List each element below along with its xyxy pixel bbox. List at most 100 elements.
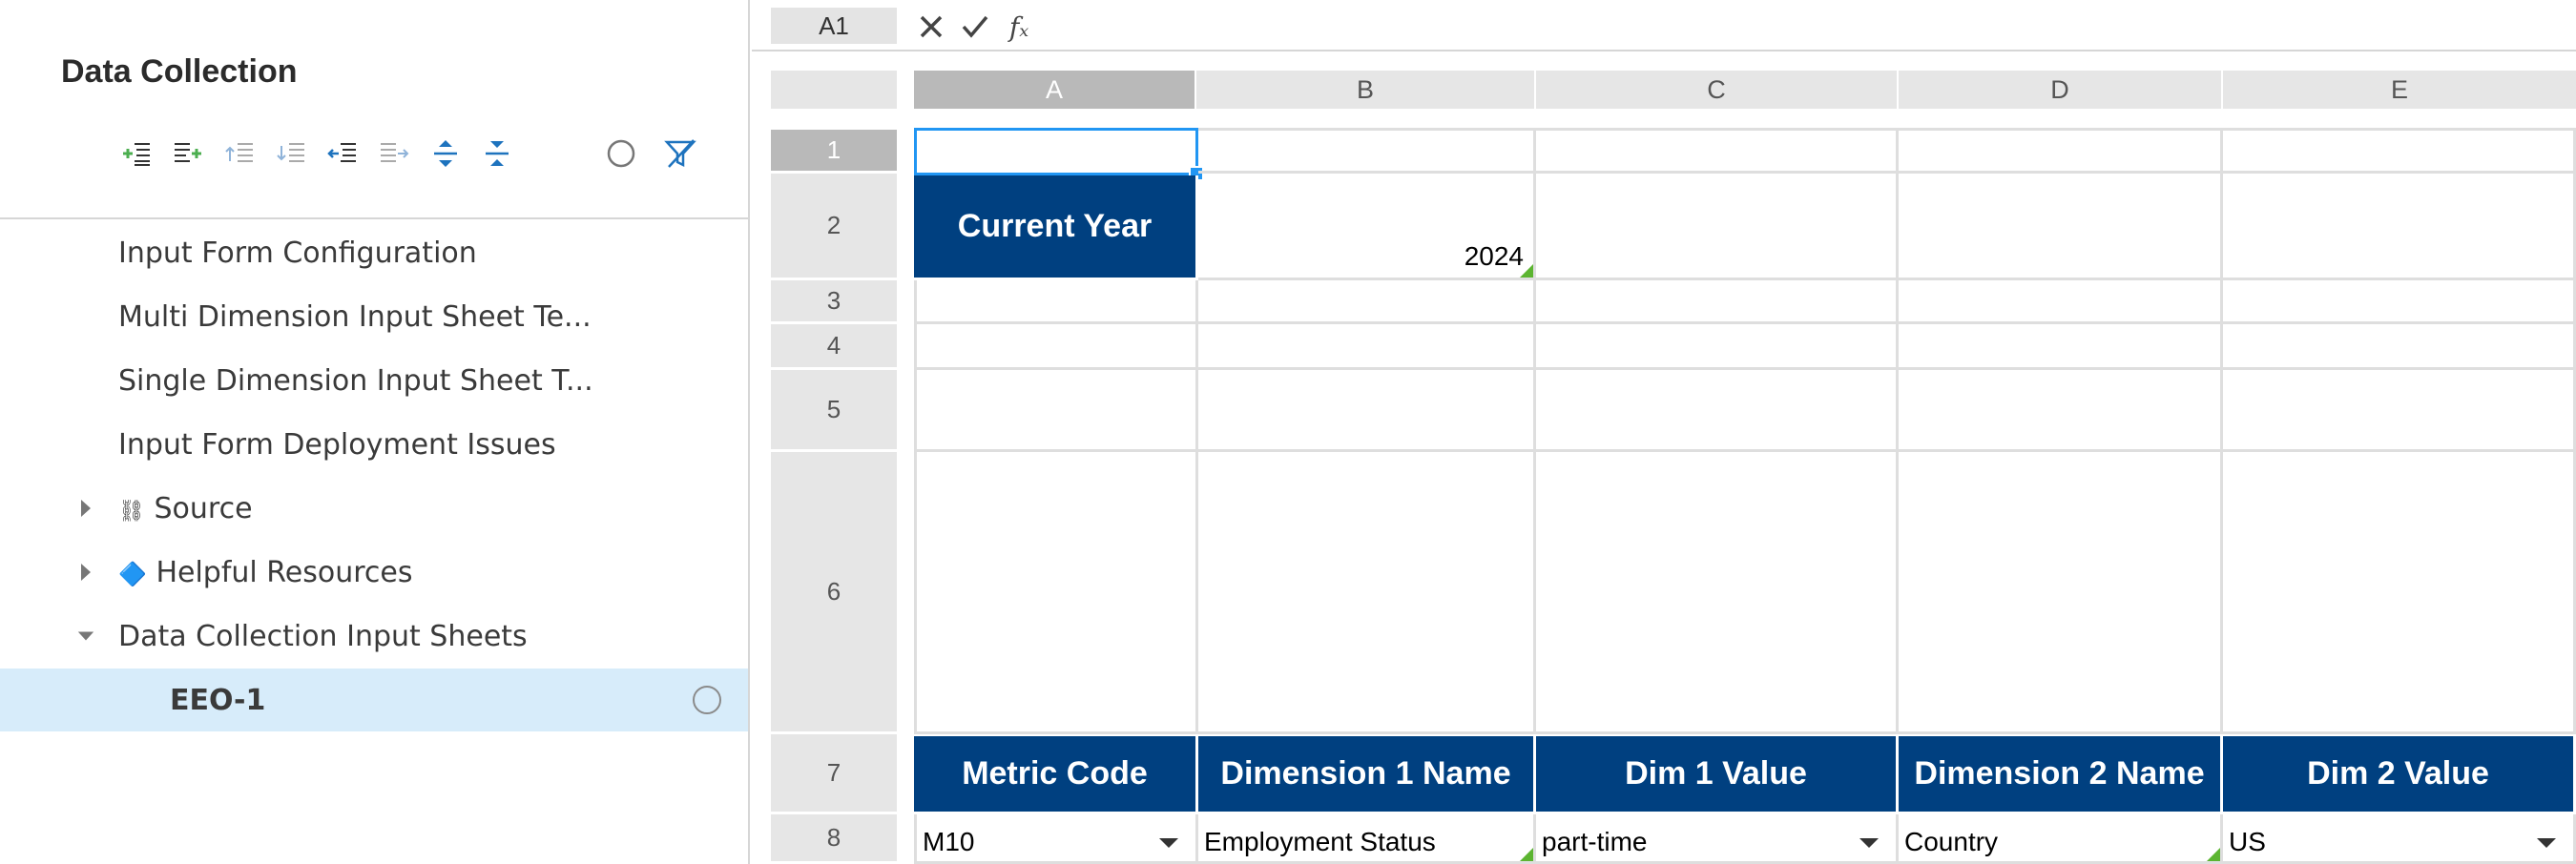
caret-right-icon[interactable] <box>76 563 95 582</box>
circle-status-icon[interactable] <box>599 132 643 175</box>
column-header-e[interactable]: E <box>2223 71 2576 109</box>
cell-d3[interactable] <box>1899 280 2223 324</box>
cell-b5[interactable] <box>1198 370 1536 452</box>
cell-a4[interactable] <box>914 324 1198 370</box>
current-year-value-cell[interactable]: 2024 <box>1198 174 1536 280</box>
data-collection-panel: Data Collection Input Form Configuration… <box>0 0 750 864</box>
row-header-6[interactable]: 6 <box>771 452 897 734</box>
row-header-8[interactable]: 8 <box>771 814 897 864</box>
cell-e5[interactable] <box>2223 370 2576 452</box>
cell-c6[interactable] <box>1536 452 1899 734</box>
indent-increase-icon[interactable] <box>218 132 261 175</box>
tree-item-eeo-1[interactable]: EEO-1 <box>0 669 748 731</box>
tree-item-label: Data Collection Input Sheets <box>118 619 528 653</box>
tree-item-single-dimension-input-sheet[interactable]: Single Dimension Input Sheet T... <box>0 349 748 412</box>
row-header-1[interactable]: 1 <box>771 130 897 174</box>
cell-c1[interactable] <box>1536 128 1899 174</box>
cell-b3[interactable] <box>1198 280 1536 324</box>
dropdown-arrow-icon[interactable] <box>1859 838 1879 848</box>
name-box[interactable]: A1 <box>771 8 897 44</box>
outdent-icon[interactable] <box>321 132 364 175</box>
dimension-2-name-cell[interactable]: Country <box>1899 814 2223 864</box>
header-metric-code: Metric Code <box>914 736 1198 814</box>
dim-2-value-dropdown[interactable]: US <box>2223 814 2576 864</box>
dimension-2-name-value: Country <box>1904 827 1999 856</box>
column-header-d[interactable]: D <box>1899 71 2221 109</box>
column-header-b[interactable]: B <box>1196 71 1534 109</box>
cell-b6[interactable] <box>1198 452 1536 734</box>
cell-d1[interactable] <box>1899 128 2223 174</box>
row-header-2[interactable]: 2 <box>771 174 897 280</box>
cell-d2[interactable] <box>1899 174 2223 280</box>
cell-c4[interactable] <box>1536 324 1899 370</box>
caret-right-icon[interactable] <box>76 499 95 518</box>
cell-c3[interactable] <box>1536 280 1899 324</box>
row-header-3[interactable]: 3 <box>771 280 897 324</box>
tree-item-data-collection-input-sheets[interactable]: Data Collection Input Sheets <box>0 605 748 668</box>
dim-1-value-dropdown[interactable]: part-time <box>1536 814 1899 864</box>
cell-a3[interactable] <box>914 280 1198 324</box>
cell-e6[interactable] <box>2223 452 2576 734</box>
expand-all-icon[interactable] <box>424 132 467 175</box>
cell-e4[interactable] <box>2223 324 2576 370</box>
tree-item-input-form-deployment-issues[interactable]: Input Form Deployment Issues <box>0 413 748 476</box>
cell-d6[interactable] <box>1899 452 2223 734</box>
dim-1-value: part-time <box>1542 827 1648 856</box>
cell-d5[interactable] <box>1899 370 2223 452</box>
caret-down-icon[interactable] <box>76 627 95 646</box>
tree-item-multi-dimension-input-sheet[interactable]: Multi Dimension Input Sheet Te... <box>0 285 748 348</box>
dim-2-value: US <box>2229 827 2266 856</box>
cell-e1[interactable] <box>2223 128 2576 174</box>
indent-right-icon[interactable] <box>372 132 416 175</box>
spreadsheet-grid: A B C D E 1 2 3 4 5 6 7 8 Current Year 2… <box>752 53 2576 864</box>
indent-add-icon[interactable] <box>114 132 158 175</box>
cancel-icon[interactable] <box>914 10 948 44</box>
dimension-1-name-value: Employment Status <box>1204 827 1436 856</box>
filter-clear-icon[interactable] <box>658 132 702 175</box>
indent-list-icon[interactable] <box>269 132 313 175</box>
cell-c2[interactable] <box>1536 174 1899 280</box>
row-header-7[interactable]: 7 <box>771 734 897 814</box>
dropdown-arrow-icon[interactable] <box>1159 838 1178 848</box>
cell-c5[interactable] <box>1536 370 1899 452</box>
link-icon: ⛓ <box>118 499 145 524</box>
row-header-5[interactable]: 5 <box>771 370 897 452</box>
tree-item-helpful-resources[interactable]: 🔷 Helpful Resources <box>0 541 748 604</box>
panel-divider <box>0 217 750 219</box>
column-header-c[interactable]: C <box>1536 71 1897 109</box>
cell-b1[interactable] <box>1198 128 1536 174</box>
current-year-label: Current Year <box>914 175 1198 280</box>
tree-item-label: EEO-1 <box>170 683 266 717</box>
status-circle-icon[interactable] <box>693 686 721 714</box>
header-dimension-2-name: Dimension 2 Name <box>1899 736 2223 814</box>
collapse-all-icon[interactable] <box>475 132 519 175</box>
cell-d4[interactable] <box>1899 324 2223 370</box>
function-icon[interactable]: 𝑓ₓ <box>1002 10 1036 44</box>
tree-item-source[interactable]: ⛓ Source <box>0 477 748 540</box>
cell-e3[interactable] <box>2223 280 2576 324</box>
cell-b4[interactable] <box>1198 324 1536 370</box>
validation-marker <box>1520 848 1533 861</box>
tree-toolbar <box>114 132 725 175</box>
cell-e2[interactable] <box>2223 174 2576 280</box>
current-year-value: 2024 <box>1464 241 1524 271</box>
indent-add-child-icon[interactable] <box>166 132 210 175</box>
confirm-icon[interactable] <box>958 10 992 44</box>
cell-a6[interactable] <box>914 452 1198 734</box>
tree-item-label: Multi Dimension Input Sheet Te... <box>118 299 592 334</box>
row-header-4[interactable]: 4 <box>771 324 897 370</box>
metric-code-dropdown[interactable]: M10 <box>914 814 1198 864</box>
panel-title: Data Collection <box>61 53 298 90</box>
cell-a1[interactable] <box>914 128 1198 175</box>
tree-item-input-form-configuration[interactable]: Input Form Configuration <box>0 221 748 284</box>
column-header-a[interactable]: A <box>914 71 1195 109</box>
header-dimension-1-name: Dimension 1 Name <box>1198 736 1536 814</box>
diamond-icon: 🔷 <box>118 560 147 587</box>
dimension-1-name-cell[interactable]: Employment Status <box>1198 814 1536 864</box>
dropdown-arrow-icon[interactable] <box>2537 838 2556 848</box>
cell-a5[interactable] <box>914 370 1198 452</box>
header-dim-1-value: Dim 1 Value <box>1536 736 1899 814</box>
select-all-corner[interactable] <box>771 71 897 109</box>
tree-item-label: Source <box>154 491 253 525</box>
tree-item-label: Input Form Configuration <box>118 236 477 270</box>
